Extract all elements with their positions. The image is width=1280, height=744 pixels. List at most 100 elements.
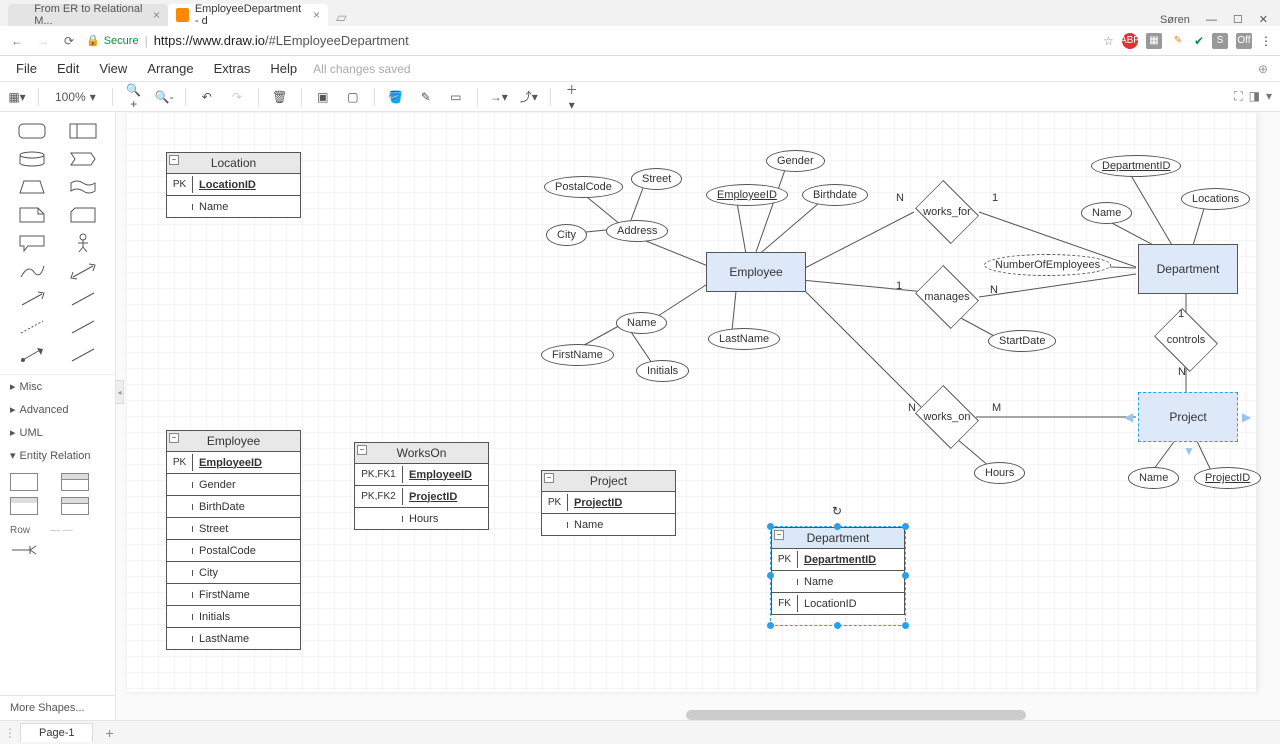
minimize-button[interactable]: — xyxy=(1206,14,1217,26)
maximize-button[interactable]: ☐ xyxy=(1233,13,1243,26)
shadow-button[interactable]: ▭ xyxy=(447,90,465,104)
url-input[interactable]: 🔒Secure | https://www.draw.io/#LEmployee… xyxy=(86,33,1095,48)
category-uml[interactable]: ▸ UML xyxy=(0,421,115,444)
waypoint-style[interactable]: ⤴▾ xyxy=(520,88,538,105)
sidebar-splitter[interactable]: ◂ xyxy=(116,380,124,404)
er-shape-table[interactable] xyxy=(61,497,89,515)
collapse-icon[interactable]: − xyxy=(544,473,554,483)
extension-icon[interactable]: S xyxy=(1212,33,1228,49)
er-shape-header[interactable] xyxy=(61,473,89,491)
language-icon[interactable]: ⊕ xyxy=(1258,62,1268,76)
attr-initials[interactable]: Initials xyxy=(636,360,689,382)
rotate-handle[interactable]: ↻ xyxy=(832,504,844,516)
relationship-controls[interactable]: controls xyxy=(1150,320,1222,360)
delete-button[interactable]: 🗑 xyxy=(271,90,289,104)
shape-line2[interactable] xyxy=(63,344,104,366)
resize-handle[interactable] xyxy=(834,622,841,629)
shape-line[interactable] xyxy=(63,316,104,338)
resize-handle[interactable] xyxy=(767,572,774,579)
category-advanced[interactable]: ▸ Advanced xyxy=(0,398,115,421)
extension-icon[interactable]: Off xyxy=(1236,33,1252,49)
canvas-area[interactable]: − Location PKLocationID Name − Employee … xyxy=(116,112,1280,720)
forward-button[interactable]: → xyxy=(34,34,52,48)
collapse-icon[interactable]: − xyxy=(357,445,367,455)
bookmark-star-icon[interactable]: ☆ xyxy=(1103,34,1114,48)
shape-rect-round[interactable] xyxy=(12,120,53,142)
tab-close-icon[interactable]: × xyxy=(153,8,160,22)
horizontal-scrollbar[interactable] xyxy=(686,710,1026,720)
resize-handle[interactable] xyxy=(902,523,909,530)
attr-city[interactable]: City xyxy=(546,224,587,246)
attr-lastname[interactable]: LastName xyxy=(708,328,780,350)
close-window-button[interactable]: ✕ xyxy=(1259,13,1268,26)
relationship-works-for[interactable]: works_for xyxy=(911,192,983,232)
new-tab-button[interactable]: ▱ xyxy=(328,9,355,26)
menu-edit[interactable]: Edit xyxy=(49,59,87,78)
resize-handle[interactable] xyxy=(834,523,841,530)
browser-tab-active[interactable]: EmployeeDepartment - d × xyxy=(168,4,328,26)
shape-tape[interactable] xyxy=(63,176,104,198)
menu-file[interactable]: File xyxy=(8,59,45,78)
relationship-manages[interactable]: manages xyxy=(911,277,983,317)
er-row-label[interactable]: Row xyxy=(10,525,30,536)
resize-handle[interactable] xyxy=(767,622,774,629)
shape-card[interactable] xyxy=(63,204,104,226)
attr-street[interactable]: Street xyxy=(631,168,682,190)
shape-link-arrow[interactable] xyxy=(12,344,53,366)
extension-icon[interactable]: ✔ xyxy=(1194,34,1204,48)
connect-arrow-icon[interactable]: ▼ xyxy=(1183,444,1195,458)
category-misc[interactable]: ▸ Misc xyxy=(0,375,115,398)
shape-step[interactable] xyxy=(63,148,104,170)
page-tab[interactable]: Page-1 xyxy=(20,723,93,742)
to-back-button[interactable]: ▢ xyxy=(344,90,362,104)
reload-button[interactable]: ⟳ xyxy=(60,34,78,48)
connection-style[interactable]: →▾ xyxy=(490,90,508,104)
shape-trapezoid[interactable] xyxy=(12,176,53,198)
shape-callout[interactable] xyxy=(12,232,53,254)
attr-postalcode[interactable]: PostalCode xyxy=(544,176,623,198)
attr-hours[interactable]: Hours xyxy=(974,462,1025,484)
table-department[interactable]: − Department PKDepartmentID Name FKLocat… xyxy=(771,527,905,615)
browser-tab-inactive[interactable]: From ER to Relational M... × xyxy=(8,4,168,26)
redo-button[interactable]: ↷ xyxy=(228,90,246,104)
zoom-out-icon[interactable]: 🔍- xyxy=(155,90,173,104)
connect-arrow-icon[interactable]: ▶ xyxy=(1242,410,1251,424)
attr-firstname[interactable]: FirstName xyxy=(541,344,614,366)
diagram-canvas[interactable]: − Location PKLocationID Name − Employee … xyxy=(126,112,1256,692)
view-dropdown[interactable]: ▦▾ xyxy=(8,90,26,104)
table-location[interactable]: − Location PKLocationID Name xyxy=(166,152,301,218)
category-entity-relation[interactable]: ▾ Entity Relation xyxy=(0,444,115,467)
shape-line-thin[interactable] xyxy=(63,288,104,310)
to-front-button[interactable]: ▣ xyxy=(314,90,332,104)
collapse-icon[interactable]: − xyxy=(169,155,179,165)
table-project[interactable]: − Project PKProjectID Name xyxy=(541,470,676,536)
attr-employeeid[interactable]: EmployeeID xyxy=(706,184,788,206)
er-shape-list[interactable] xyxy=(10,497,38,515)
menu-arrange[interactable]: Arrange xyxy=(139,59,201,78)
attr-gender[interactable]: Gender xyxy=(766,150,825,172)
attr-address[interactable]: Address xyxy=(606,220,668,242)
extension-icon[interactable]: ▦ xyxy=(1146,33,1162,49)
collapse-icon[interactable]: − xyxy=(774,530,784,540)
attr-projectid[interactable]: ProjectID xyxy=(1194,467,1261,489)
entity-project[interactable]: Project xyxy=(1138,392,1238,442)
menu-view[interactable]: View xyxy=(91,59,135,78)
menu-button[interactable]: ⋮ xyxy=(1260,34,1272,48)
shape-curve[interactable] xyxy=(12,260,53,282)
undo-button[interactable]: ↶ xyxy=(198,90,216,104)
entity-department[interactable]: Department xyxy=(1138,244,1238,294)
zoom-select[interactable]: 100% ▾ xyxy=(51,88,100,106)
attr-name-proj[interactable]: Name xyxy=(1128,467,1179,489)
fill-color-button[interactable]: 🪣 xyxy=(387,90,405,104)
relationship-works-on[interactable]: works_on xyxy=(911,397,983,437)
zoom-in-icon[interactable]: 🔍+ xyxy=(125,83,143,111)
table-workson[interactable]: − WorksOn PK,FK1EmployeeID PK,FK2Project… xyxy=(354,442,489,530)
shape-arrow[interactable] xyxy=(12,288,53,310)
attr-name-dept[interactable]: Name xyxy=(1081,202,1132,224)
er-shape-plain[interactable] xyxy=(10,473,38,491)
collapse-icon[interactable]: − xyxy=(169,433,179,443)
entity-employee[interactable]: Employee xyxy=(706,252,806,292)
resize-handle[interactable] xyxy=(902,622,909,629)
page-menu-icon[interactable]: ⋮⋮ xyxy=(4,726,20,740)
shape-dashed[interactable] xyxy=(12,316,53,338)
